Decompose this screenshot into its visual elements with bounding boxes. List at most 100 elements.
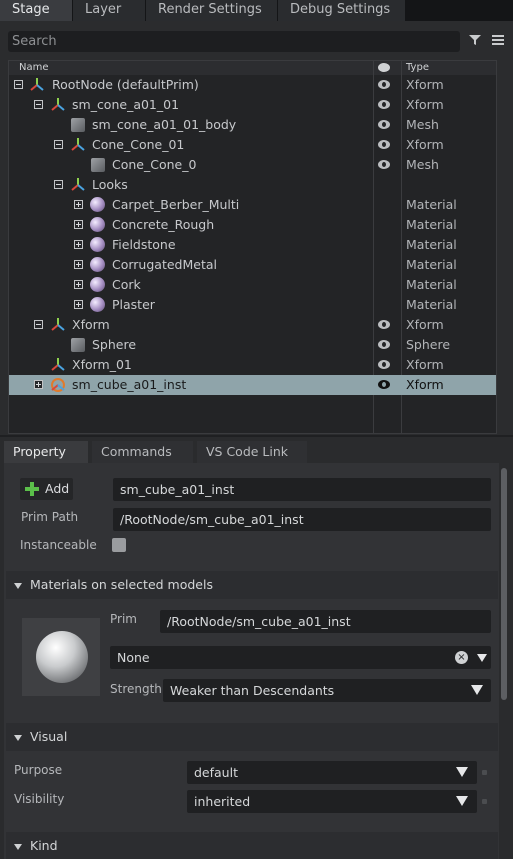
- clear-icon[interactable]: ×: [455, 651, 468, 664]
- xform-icon: [51, 318, 65, 331]
- purpose-select-value: default: [194, 765, 238, 780]
- prim-label: Prim: [110, 612, 137, 626]
- material-icon: [90, 217, 105, 232]
- chevron-down-icon[interactable]: [477, 654, 487, 662]
- kind-section-header[interactable]: Kind: [6, 832, 498, 859]
- tree-row[interactable]: RootNode (defaultPrim) Xform: [9, 75, 496, 95]
- eye-icon[interactable]: [378, 360, 390, 369]
- tree-row[interactable]: Looks: [9, 175, 496, 195]
- material-prim-field[interactable]: /RootNode/sm_cube_a01_inst: [160, 610, 491, 633]
- tree-row[interactable]: Xform_01 Xform: [9, 355, 496, 375]
- chevron-down-icon[interactable]: [456, 767, 468, 777]
- plus-icon: [25, 482, 39, 496]
- chevron-down-icon[interactable]: [471, 685, 483, 695]
- column-name-header[interactable]: Name: [19, 61, 49, 75]
- eye-icon[interactable]: [378, 100, 390, 109]
- strength-select[interactable]: Weaker than Descendants: [163, 679, 491, 702]
- visibility-select[interactable]: inherited: [187, 790, 477, 813]
- expand-icon[interactable]: [74, 200, 83, 209]
- prim-type: Xform: [406, 317, 444, 332]
- prim-type: Xform: [406, 357, 444, 372]
- eye-icon[interactable]: [378, 340, 390, 349]
- prim-type: Mesh: [406, 157, 439, 172]
- prim-type: Material: [406, 277, 457, 292]
- tree-row[interactable]: Xform Xform: [9, 315, 496, 335]
- material-select[interactable]: None ×: [110, 646, 491, 669]
- menu-icon[interactable]: [491, 34, 505, 46]
- filter-icon[interactable]: [468, 33, 482, 47]
- default-indicator[interactable]: [482, 770, 487, 775]
- tree-row[interactable]: Plaster Material: [9, 295, 496, 315]
- prim-name: sm_cube_a01_inst: [72, 377, 187, 392]
- tab-property[interactable]: Property: [4, 441, 88, 463]
- expand-icon[interactable]: [74, 240, 83, 249]
- collapse-arrow-icon: [14, 843, 22, 850]
- materials-section-header[interactable]: Materials on selected models: [6, 571, 498, 599]
- material-icon: [90, 197, 105, 212]
- tab-vs-code-link[interactable]: VS Code Link: [197, 441, 307, 463]
- material-preview: [22, 618, 100, 696]
- tree-row[interactable]: sm_cone_a01_01_body Mesh: [9, 115, 496, 135]
- eye-icon[interactable]: [378, 380, 390, 389]
- purpose-select[interactable]: default: [187, 761, 477, 784]
- collapse-icon[interactable]: [34, 320, 43, 329]
- tab-commands[interactable]: Commands: [92, 441, 193, 463]
- instanceable-checkbox[interactable]: [112, 538, 126, 552]
- eye-icon[interactable]: [378, 120, 390, 129]
- prim-name: Fieldstone: [112, 237, 176, 252]
- scope-icon: [71, 178, 85, 191]
- tree-row-selected[interactable]: sm_cube_a01_inst Xform: [9, 375, 496, 395]
- chevron-down-icon[interactable]: [456, 796, 468, 806]
- tree-row[interactable]: Cork Material: [9, 275, 496, 295]
- default-indicator[interactable]: [482, 799, 487, 804]
- stage-tree: Name Type RootNode (defaultPrim) Xform s…: [8, 60, 497, 434]
- prim-name: Sphere: [92, 337, 137, 352]
- prim-name: CorrugatedMetal: [112, 257, 217, 272]
- tree-header: Name Type: [9, 61, 496, 75]
- prim-path-field[interactable]: /RootNode/sm_cube_a01_inst: [113, 508, 491, 531]
- tree-row[interactable]: Concrete_Rough Material: [9, 215, 496, 235]
- collapse-icon[interactable]: [54, 140, 63, 149]
- collapse-icon[interactable]: [14, 80, 23, 89]
- prim-type: Material: [406, 257, 457, 272]
- prim-name: RootNode (defaultPrim): [52, 77, 199, 92]
- visual-section-header[interactable]: Visual: [6, 723, 498, 751]
- tab-render-settings[interactable]: Render Settings: [146, 0, 277, 21]
- prim-name: Plaster: [112, 297, 155, 312]
- eye-icon[interactable]: [378, 320, 390, 329]
- tree-row[interactable]: Cone_Cone_01 Xform: [9, 135, 496, 155]
- tab-layer[interactable]: Layer: [73, 0, 145, 21]
- collapse-icon[interactable]: [34, 100, 43, 109]
- tree-row[interactable]: CorrugatedMetal Material: [9, 255, 496, 275]
- expand-icon[interactable]: [74, 280, 83, 289]
- prim-type: Xform: [406, 377, 444, 392]
- add-button[interactable]: Add: [20, 478, 73, 500]
- xform-icon: [71, 138, 85, 151]
- expand-icon[interactable]: [74, 220, 83, 229]
- eye-icon[interactable]: [378, 140, 390, 149]
- search-input[interactable]: Search: [8, 31, 460, 52]
- collapse-icon[interactable]: [54, 180, 63, 189]
- expand-icon[interactable]: [74, 300, 83, 309]
- material-sphere-preview: [36, 631, 88, 683]
- prim-name-field[interactable]: sm_cube_a01_inst: [113, 478, 491, 501]
- tree-row[interactable]: sm_cone_a01_01 Xform: [9, 95, 496, 115]
- tab-stage[interactable]: Stage: [0, 0, 72, 21]
- tree-row[interactable]: Cone_Cone_0 Mesh: [9, 155, 496, 175]
- expand-icon[interactable]: [34, 380, 43, 389]
- tree-row[interactable]: Carpet_Berber_Multi Material: [9, 195, 496, 215]
- column-type-header[interactable]: Type: [406, 61, 429, 75]
- prim-type: Mesh: [406, 117, 439, 132]
- expand-icon[interactable]: [74, 260, 83, 269]
- tab-debug-settings[interactable]: Debug Settings: [278, 0, 405, 21]
- prim-type: Xform: [406, 77, 444, 92]
- collapse-arrow-icon: [14, 582, 22, 589]
- tree-row[interactable]: Fieldstone Material: [9, 235, 496, 255]
- scrollbar[interactable]: [501, 468, 507, 700]
- tree-row[interactable]: Sphere Sphere: [9, 335, 496, 355]
- eye-icon[interactable]: [378, 160, 390, 169]
- material-select-value: None: [117, 650, 150, 665]
- prim-type: Material: [406, 297, 457, 312]
- sphere-prim-icon: [71, 338, 85, 352]
- eye-icon[interactable]: [378, 80, 390, 89]
